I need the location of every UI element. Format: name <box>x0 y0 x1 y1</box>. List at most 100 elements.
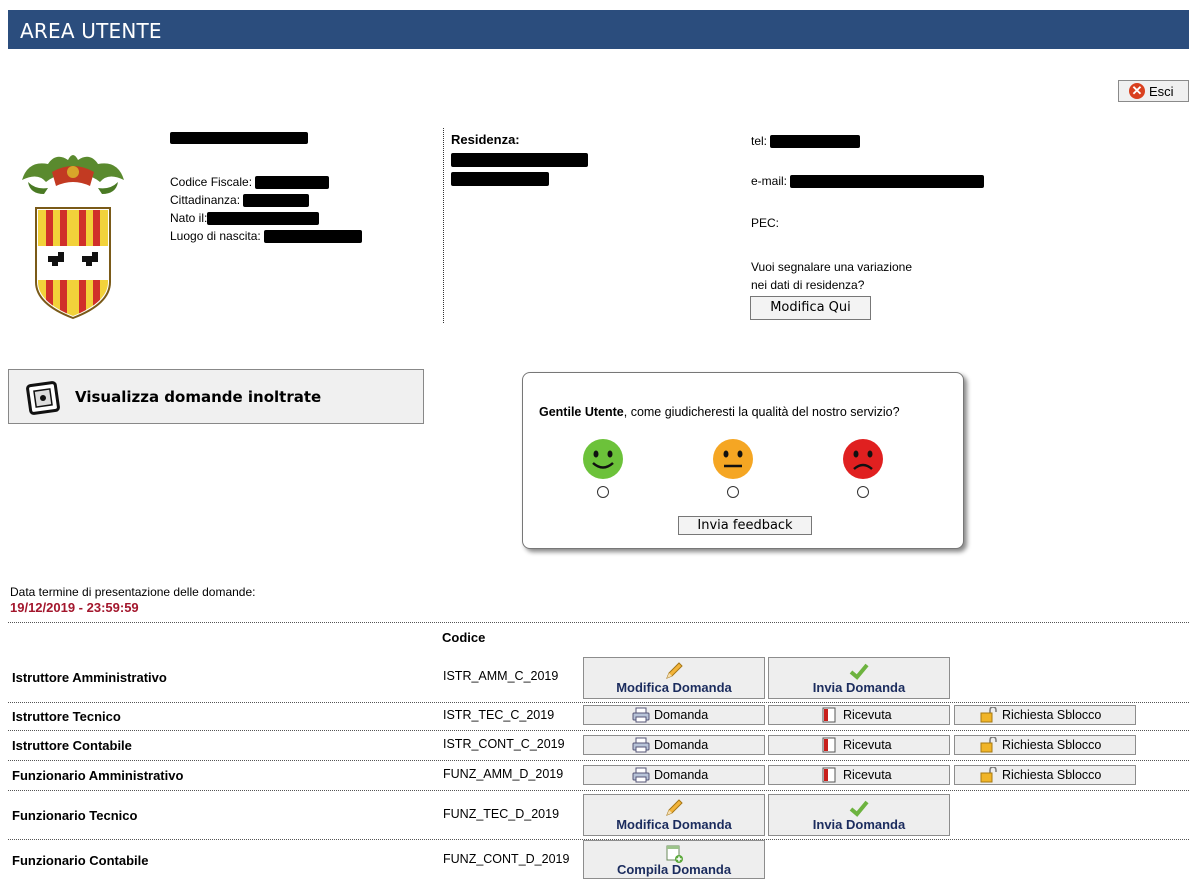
residenza-redacted <box>451 152 588 186</box>
pencil-icon <box>666 799 683 816</box>
row-name: Istruttore Amministrativo <box>12 670 167 685</box>
compila-domanda-button[interactable]: Compila Domanda <box>583 840 765 879</box>
feedback-panel: Gentile Utente, come giudicheresti la qu… <box>522 372 964 549</box>
pdf-icon <box>822 707 836 723</box>
feedback-question-text: , come giudicheresti la qualità del nost… <box>623 405 900 419</box>
button-label: Modifica Domanda <box>616 680 732 695</box>
view-applications-label: Visualizza domande inoltrate <box>75 388 322 406</box>
ricevuta-button[interactable]: Ricevuta <box>768 765 950 785</box>
logout-label: Esci <box>1149 84 1174 99</box>
invia-domanda-button[interactable]: Invia Domanda <box>768 657 950 699</box>
document-list-icon <box>26 381 60 415</box>
unlock-icon <box>980 767 997 783</box>
rating-radio-neutral[interactable] <box>727 486 739 498</box>
modifica-domanda-button[interactable]: Modifica Domanda <box>583 794 765 836</box>
modifica-qui-button[interactable]: Modifica Qui <box>750 296 871 320</box>
rating-radio-happy[interactable] <box>597 486 609 498</box>
row-name: Istruttore Contabile <box>12 738 132 753</box>
richiesta-sblocco-button[interactable]: Richiesta Sblocco <box>954 705 1136 725</box>
button-label: Domanda <box>654 708 709 722</box>
row-name: Istruttore Tecnico <box>12 709 121 724</box>
row-divider <box>8 702 1189 703</box>
tel-row: tel: <box>751 132 861 150</box>
row-divider <box>8 730 1189 731</box>
redacted-cittadinanza <box>243 194 310 208</box>
logout-button[interactable]: ✕ Esci <box>1118 80 1189 102</box>
pencil-icon <box>666 662 683 679</box>
button-label: Richiesta Sblocco <box>1002 708 1102 722</box>
redacted-birthdate <box>207 212 320 226</box>
page-title: AREA UTENTE <box>20 19 162 43</box>
redacted-name <box>170 131 308 144</box>
printer-icon <box>632 767 650 783</box>
row-code: FUNZ_TEC_D_2019 <box>443 807 560 821</box>
happy-face-icon[interactable] <box>582 438 624 480</box>
button-label: Invia Domanda <box>812 817 906 832</box>
button-label: Compila Domanda <box>616 862 732 877</box>
deadline-value: 19/12/2019 - 23:59:59 <box>10 600 139 615</box>
row-code: ISTR_AMM_C_2019 <box>443 669 559 683</box>
rating-radio-sad[interactable] <box>857 486 869 498</box>
checkmark-icon <box>849 800 869 817</box>
residenza-label: Residenza: <box>451 132 520 147</box>
modifica-domanda-button[interactable]: Modifica Domanda <box>583 657 765 699</box>
button-label: Domanda <box>654 768 709 782</box>
page-header: AREA UTENTE <box>8 10 1189 49</box>
pdf-icon <box>822 737 836 753</box>
ricevuta-button[interactable]: Ricevuta <box>768 735 950 755</box>
unlock-icon <box>980 737 997 753</box>
view-applications-button[interactable]: Visualizza domande inoltrate <box>8 369 424 424</box>
coat-of-arms-logo <box>22 155 124 320</box>
row-name: Funzionario Contabile <box>12 853 149 868</box>
row-code: FUNZ_CONT_D_2019 <box>443 852 570 866</box>
row-code: ISTR_TEC_C_2019 <box>443 708 555 722</box>
button-label: Domanda <box>654 738 709 752</box>
cittadinanza-label: Cittadinanza: <box>170 193 241 207</box>
invia-domanda-button[interactable]: Invia Domanda <box>768 794 950 836</box>
neutral-face-icon[interactable] <box>712 438 754 480</box>
close-icon: ✕ <box>1129 83 1145 99</box>
code-column-header: Codice <box>442 630 486 645</box>
button-label: Invia Domanda <box>812 680 906 695</box>
new-document-icon <box>666 845 683 863</box>
row-name: Funzionario Tecnico <box>12 808 138 823</box>
row-divider <box>8 760 1189 761</box>
button-label: Modifica Domanda <box>616 817 732 832</box>
profile-details: Codice Fiscale: Cittadinanza: Nato il: L… <box>170 173 363 245</box>
sad-face-icon[interactable] <box>842 438 884 480</box>
unlock-icon <box>980 707 997 723</box>
richiesta-sblocco-button[interactable]: Richiesta Sblocco <box>954 765 1136 785</box>
send-feedback-button[interactable]: Invia feedback <box>678 516 812 535</box>
codice-fiscale-label: Codice Fiscale: <box>170 175 253 189</box>
redacted-codice-fiscale <box>255 176 330 190</box>
row-divider <box>8 790 1189 791</box>
domanda-print-button[interactable]: Domanda <box>583 765 765 785</box>
button-label: Ricevuta <box>843 768 892 782</box>
button-label: Ricevuta <box>843 738 892 752</box>
checkmark-icon <box>849 663 869 680</box>
domanda-print-button[interactable]: Domanda <box>583 735 765 755</box>
printer-icon <box>632 737 650 753</box>
variation-line-2: nei dati di residenza? <box>751 278 865 292</box>
pec-label: PEC: <box>751 216 780 230</box>
variation-line-1: Vuoi segnalare una variazione <box>751 260 912 274</box>
table-top-divider <box>8 622 1189 623</box>
profile-name <box>170 130 308 144</box>
deadline-label: Data termine di presentazione delle doma… <box>10 585 256 599</box>
feedback-question: Gentile Utente, come giudicheresti la qu… <box>539 405 900 419</box>
luogo-nascita-label: Luogo di nascita: <box>170 229 261 243</box>
printer-icon <box>632 707 650 723</box>
row-code: FUNZ_AMM_D_2019 <box>443 767 564 781</box>
email-row: e-mail: <box>751 172 985 190</box>
nato-label: Nato il: <box>170 211 208 225</box>
button-label: Richiesta Sblocco <box>1002 768 1102 782</box>
pdf-icon <box>822 767 836 783</box>
domanda-print-button[interactable]: Domanda <box>583 705 765 725</box>
redacted-birthplace <box>264 230 363 244</box>
richiesta-sblocco-button[interactable]: Richiesta Sblocco <box>954 735 1136 755</box>
button-label: Richiesta Sblocco <box>1002 738 1102 752</box>
redacted-address-1 <box>451 152 588 167</box>
variation-text: Vuoi segnalare una variazione nei dati d… <box>751 258 912 294</box>
feedback-greeting: Gentile Utente <box>539 405 624 419</box>
ricevuta-button[interactable]: Ricevuta <box>768 705 950 725</box>
